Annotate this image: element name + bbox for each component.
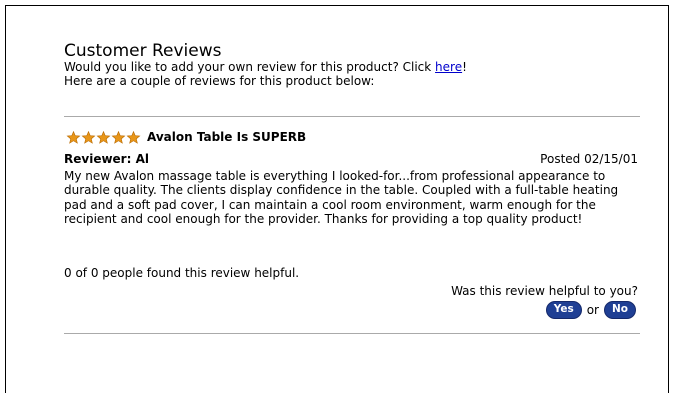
divider-bottom [64,333,640,334]
add-review-link[interactable]: here [435,60,462,74]
star-icon [111,130,126,144]
star-icon [126,130,141,144]
review-title: Avalon Table Is SUPERB [147,130,307,144]
star-rating [66,130,141,144]
divider-top [64,116,640,117]
helpful-count: 0 of 0 people found this review helpful. [64,266,300,280]
or-text: or [586,303,599,317]
helpful-vote: Yes or No [545,301,636,319]
review-heading: Avalon Table Is SUPERB [66,130,306,144]
review-body: My new Avalon massage table is everythin… [64,169,619,227]
page-title: Customer Reviews [64,41,222,61]
star-icon [81,130,96,144]
no-button[interactable]: No [603,301,636,319]
star-icon [66,130,81,144]
reviews-subtitle: Here are a couple of reviews for this pr… [64,74,375,88]
add-review-prompt-end: ! [462,60,467,74]
helpful-question: Was this review helpful to you? [451,284,638,298]
intro-text: Would you like to add your own review fo… [64,60,467,88]
add-review-prompt: Would you like to add your own review fo… [64,60,436,74]
reviewer-name: Reviewer: Al [64,152,149,166]
posted-date: Posted 02/15/01 [540,152,638,166]
page-frame: Customer Reviews Would you like to add y… [5,5,669,393]
star-icon [96,130,111,144]
yes-button[interactable]: Yes [545,301,582,319]
